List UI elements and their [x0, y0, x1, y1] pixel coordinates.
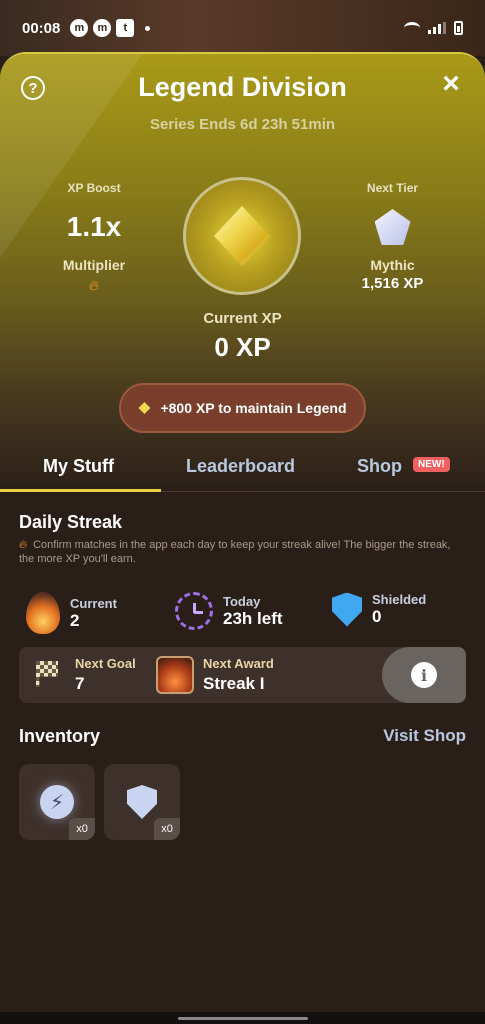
tab-bar: My Stuff Leaderboard Shop NEW! — [0, 446, 485, 492]
tab-shop[interactable]: Shop — [357, 456, 402, 477]
messenger-icon-2: m — [93, 19, 112, 37]
multiplier-label: Multiplier — [62, 257, 126, 273]
wifi-icon — [404, 22, 420, 34]
messenger-icon: m — [70, 19, 89, 37]
xp-boost-label: XP Boost — [67, 181, 121, 195]
streak-award-icon — [156, 656, 194, 694]
twitch-icon: t — [116, 19, 135, 37]
series-countdown: Series Ends 6d 23h 51min — [149, 116, 336, 133]
shield-icon — [127, 785, 157, 819]
next-tier-label: Next Tier — [366, 181, 419, 195]
mythic-gem-icon — [374, 209, 411, 245]
inventory-item-streak-shield[interactable]: x0 — [104, 764, 180, 840]
status-bar: 00:08 m m t — [0, 0, 485, 56]
current-xp-label: Current XP — [203, 310, 282, 327]
next-goal-value: 7 — [75, 674, 85, 693]
xp-gem-icon — [138, 402, 151, 414]
next-tier-xp: 1,516 XP — [361, 275, 424, 292]
status-indicators — [404, 21, 463, 35]
fire-icon — [26, 592, 60, 634]
battery-icon — [454, 21, 463, 35]
tab-my-stuff[interactable]: My Stuff — [43, 456, 114, 477]
current-xp-value: 0 XP — [214, 332, 271, 362]
maintain-text: +800 XP to maintain Legend — [160, 400, 347, 416]
xp-boost-block: XP Boost 1.1x Multiplier 🔥︎ — [40, 181, 148, 294]
notification-dot-icon — [145, 25, 151, 31]
next-award-value: Streak I — [203, 674, 265, 693]
streak-goal-card: Next Goal 7 Next Award Streak I i — [19, 647, 466, 703]
stat-today: Today 23h left — [175, 592, 283, 630]
inventory-title: Inventory — [19, 726, 101, 746]
active-tab-indicator — [0, 489, 161, 492]
fire-icon: 🔥︎ — [19, 539, 28, 551]
info-button[interactable]: i — [382, 647, 466, 703]
close-icon[interactable]: × — [439, 69, 463, 99]
stat-current-value: 2 — [70, 610, 80, 630]
shield-icon — [332, 592, 362, 627]
next-award-label: Next Award — [203, 656, 274, 671]
streak-description-text: Confirm matches in the app each day to k… — [19, 539, 451, 565]
stat-today-label: Today — [223, 593, 261, 609]
daily-streak-title: Daily Streak — [19, 512, 123, 532]
home-indicator — [0, 1012, 485, 1024]
current-xp-ring — [183, 177, 301, 295]
clock-icon — [175, 592, 213, 630]
xp-boost-value: 1.1x — [66, 211, 122, 242]
checkered-flag-icon — [36, 661, 58, 687]
status-time: 00:08 — [22, 19, 61, 37]
stat-shielded-value: 0 — [372, 607, 382, 626]
stat-current: Current 2 — [26, 592, 117, 634]
maintain-legend-button[interactable]: +800 XP to maintain Legend — [119, 383, 366, 433]
next-goal-label: Next Goal — [75, 656, 136, 671]
signal-icon — [428, 22, 446, 34]
next-tier-block: Next Tier Mythic 1,516 XP — [340, 181, 445, 292]
visit-shop-link[interactable]: Visit Shop — [383, 726, 466, 746]
legend-gem-icon — [214, 206, 270, 266]
fire-icon: 🔥︎ — [88, 277, 100, 293]
lightning-icon: ⚡︎ — [40, 785, 74, 819]
stat-today-value: 23h left — [223, 608, 283, 628]
tab-leaderboard[interactable]: Leaderboard — [186, 456, 295, 477]
stat-shielded-label: Shielded — [372, 592, 427, 607]
page-title: Legend Division — [138, 72, 347, 102]
stat-shielded: Shielded 0 — [332, 592, 426, 627]
division-sheet: ? Legend Division × Series Ends 6d 23h 5… — [0, 52, 485, 1012]
inventory-count: x0 — [69, 818, 95, 840]
stat-current-label: Current — [70, 595, 117, 611]
inventory-count: x0 — [154, 818, 180, 840]
next-tier-name: Mythic — [370, 257, 415, 273]
inventory-item-xp-boost[interactable]: ⚡︎ x0 — [19, 764, 95, 840]
new-badge: NEW! — [413, 457, 450, 472]
daily-streak-description: 🔥︎ Confirm matches in the app each day to… — [19, 538, 459, 566]
info-icon: i — [411, 662, 437, 688]
